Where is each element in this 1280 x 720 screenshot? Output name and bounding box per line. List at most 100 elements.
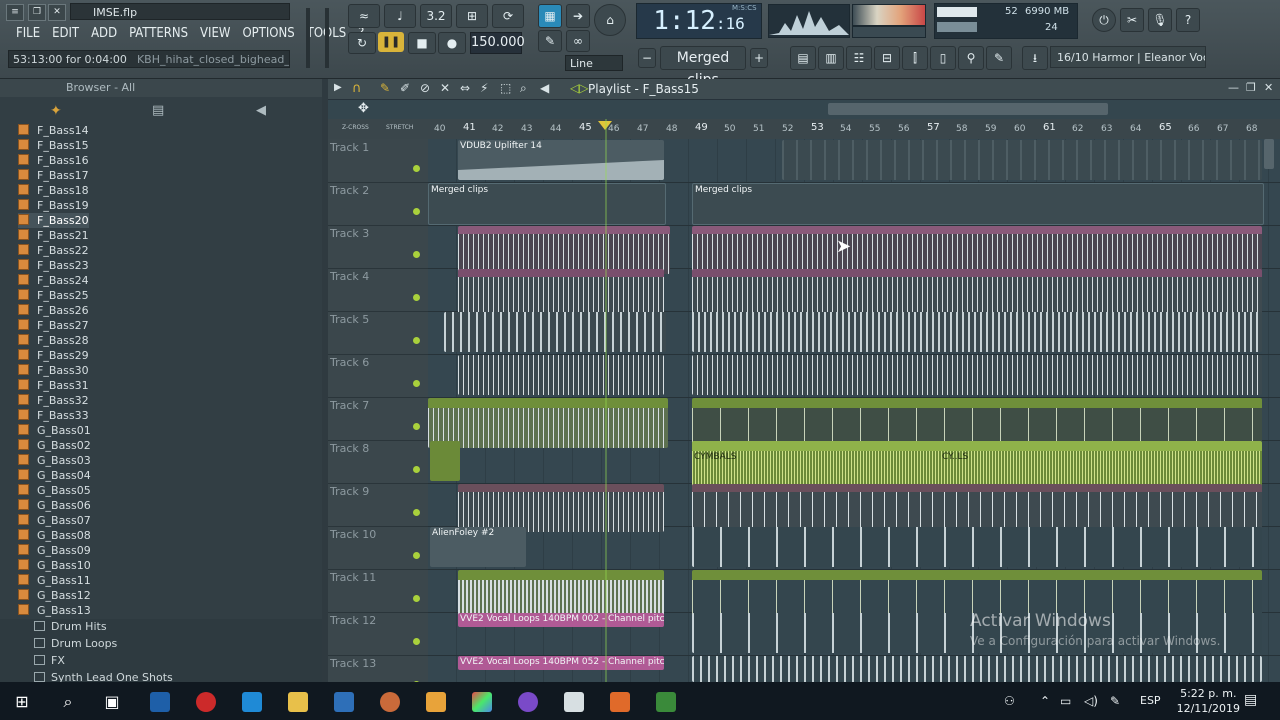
download-icon[interactable]: ⭳ bbox=[1022, 46, 1048, 70]
track-header[interactable]: Track 9 bbox=[328, 483, 428, 527]
app-icon-3[interactable] bbox=[472, 692, 492, 712]
clip-track10-b[interactable] bbox=[692, 527, 1262, 567]
volume-icon[interactable]: ◁) bbox=[1084, 694, 1098, 708]
browser-item[interactable]: F_Bass19 bbox=[18, 198, 89, 213]
browser-item[interactable]: G_Bass03 bbox=[18, 453, 91, 468]
browser-item[interactable]: F_Bass23 bbox=[18, 258, 89, 273]
menu-patterns[interactable]: PATTERNS bbox=[123, 24, 194, 44]
folder-synth-lead[interactable]: Synth Lead One Shots bbox=[34, 670, 173, 682]
browser-item[interactable]: G_Bass10 bbox=[18, 558, 91, 573]
browser-item[interactable]: G_Bass12 bbox=[18, 588, 91, 603]
record-button[interactable]: ● bbox=[438, 32, 466, 54]
clip-track9-a[interactable] bbox=[458, 484, 664, 532]
magnet-icon[interactable]: ∩ bbox=[352, 81, 362, 96]
app-icon-1[interactable] bbox=[150, 692, 170, 712]
opera-icon[interactable] bbox=[196, 692, 216, 712]
browser-item[interactable]: F_Bass24 bbox=[18, 273, 89, 288]
browser-item[interactable]: F_Bass25 bbox=[18, 288, 89, 303]
power-icon[interactable]: ⏻ bbox=[1092, 8, 1116, 32]
menu-file[interactable]: FILE bbox=[10, 24, 46, 44]
song-mode-icon[interactable]: ➔ bbox=[566, 4, 590, 28]
browser-item[interactable]: F_Bass15 bbox=[18, 138, 89, 153]
track-header[interactable]: Track 7 bbox=[328, 397, 428, 441]
app-icon-4[interactable] bbox=[518, 692, 538, 712]
browser-item[interactable]: G_Bass04 bbox=[18, 468, 91, 483]
folder-fx[interactable]: FX bbox=[34, 653, 65, 669]
clip-track6-b[interactable] bbox=[692, 355, 1262, 395]
browser-item[interactable]: G_Bass07 bbox=[18, 513, 91, 528]
track-header[interactable]: Track 6 bbox=[328, 354, 428, 398]
tempo-display[interactable]: 150.000 bbox=[470, 32, 525, 54]
browser-item[interactable]: F_Bass17 bbox=[18, 168, 89, 183]
restore-icon[interactable]: ❐ bbox=[28, 4, 46, 21]
track-enable-led[interactable] bbox=[413, 251, 420, 258]
language-indicator[interactable]: ESP bbox=[1140, 694, 1161, 707]
minimize-icon[interactable]: — bbox=[1228, 81, 1239, 94]
recording-filter-icon[interactable]: ⌂ bbox=[594, 4, 626, 36]
track-header[interactable]: Track 4 bbox=[328, 268, 428, 312]
app-icon-5[interactable] bbox=[564, 692, 584, 712]
close-playlist-icon[interactable]: ✕ bbox=[1264, 81, 1273, 94]
track-header[interactable]: Track 2 bbox=[328, 182, 428, 226]
pencil-tool-icon[interactable]: ✎ bbox=[380, 81, 390, 95]
slice-tool-icon[interactable]: ⚡ bbox=[480, 81, 488, 95]
track-enable-led[interactable] bbox=[413, 337, 420, 344]
track-header[interactable]: Track 5 bbox=[328, 311, 428, 355]
track-enable-led[interactable] bbox=[413, 208, 420, 215]
clip-track3-b[interactable] bbox=[692, 226, 1262, 274]
clip-merged-2[interactable]: Merged clips bbox=[692, 183, 1264, 225]
pattern-selector[interactable]: Merged clips bbox=[660, 46, 746, 88]
track-enable-led[interactable] bbox=[413, 380, 420, 387]
track-enable-led[interactable] bbox=[413, 552, 420, 559]
playlist-window-icon[interactable]: ▤ bbox=[790, 46, 816, 70]
pen-icon[interactable]: ✎ bbox=[1110, 694, 1120, 708]
pattern-prev-icon[interactable]: − bbox=[638, 48, 656, 68]
pattern-add-icon[interactable]: + bbox=[750, 48, 768, 68]
master-volume-slider[interactable] bbox=[306, 8, 310, 68]
slip-tool-icon[interactable]: ⇔ bbox=[460, 81, 470, 95]
browser-item[interactable]: F_Bass31 bbox=[18, 378, 89, 393]
menu-options[interactable]: OPTIONS bbox=[236, 24, 300, 44]
browser-item[interactable]: F_Bass32 bbox=[18, 393, 89, 408]
clip-merged-1[interactable]: Merged clips bbox=[428, 183, 666, 225]
clip-track4-b[interactable] bbox=[692, 269, 1262, 317]
track-enable-led[interactable] bbox=[413, 294, 420, 301]
plugin-picker-icon[interactable]: ✎ bbox=[986, 46, 1012, 70]
browser-item[interactable]: F_Bass26 bbox=[18, 303, 89, 318]
waveform-icon[interactable]: ≈ bbox=[348, 4, 380, 28]
zoom-tool-icon[interactable]: ⌕ bbox=[520, 81, 527, 96]
menu-add[interactable]: ADD bbox=[85, 24, 123, 44]
browser-item[interactable]: G_Bass06 bbox=[18, 498, 91, 513]
arrangement-icon[interactable]: ◁▷ bbox=[570, 81, 588, 95]
sliders-icon[interactable]: ⫿ bbox=[902, 46, 928, 70]
browser-window-icon[interactable]: ▯ bbox=[930, 46, 956, 70]
close-icon[interactable]: ✕ bbox=[48, 4, 66, 21]
browser-item[interactable]: G_Bass08 bbox=[18, 528, 91, 543]
app-icon-7[interactable] bbox=[656, 692, 676, 712]
clip-track13-b[interactable] bbox=[692, 656, 1262, 682]
step-edit-icon[interactable]: 3.2 bbox=[420, 4, 452, 28]
track-header[interactable]: Track 3 bbox=[328, 225, 428, 269]
track-header[interactable]: Track 1 bbox=[328, 139, 428, 183]
browser-item[interactable]: F_Bass33 bbox=[18, 408, 89, 423]
link-icon[interactable]: ∞ bbox=[566, 30, 590, 52]
paint-tool-icon[interactable]: ✐ bbox=[400, 81, 410, 95]
browser-item[interactable]: F_Bass18 bbox=[18, 183, 89, 198]
clip-track7-a[interactable] bbox=[428, 398, 668, 448]
clip-vocal-loop-052[interactable]: VVE2 Vocal Loops 140BPM 052 - Channel pi… bbox=[458, 656, 664, 670]
browser-item[interactable]: G_Bass11 bbox=[18, 573, 91, 588]
browser-item[interactable]: F_Bass29 bbox=[18, 348, 89, 363]
maximize-icon[interactable]: ❐ bbox=[1246, 81, 1256, 94]
browser-item[interactable]: G_Bass01 bbox=[18, 423, 91, 438]
mute-tool-icon[interactable]: ✕ bbox=[440, 81, 450, 95]
browser-item[interactable]: F_Bass20 bbox=[18, 213, 89, 228]
playlist-menu-arrow-icon[interactable]: ▶ bbox=[334, 82, 342, 93]
help-icon[interactable]: ? bbox=[1176, 8, 1200, 32]
track-header[interactable]: Track 10 bbox=[328, 526, 428, 570]
vertical-scrollbar[interactable] bbox=[1264, 139, 1274, 169]
app-icon-6[interactable] bbox=[610, 692, 630, 712]
menu-edit[interactable]: EDIT bbox=[46, 24, 85, 44]
browser-item[interactable]: F_Bass30 bbox=[18, 363, 89, 378]
track-enable-led[interactable] bbox=[413, 595, 420, 602]
tools-icon[interactable]: ✂ bbox=[1120, 8, 1144, 32]
